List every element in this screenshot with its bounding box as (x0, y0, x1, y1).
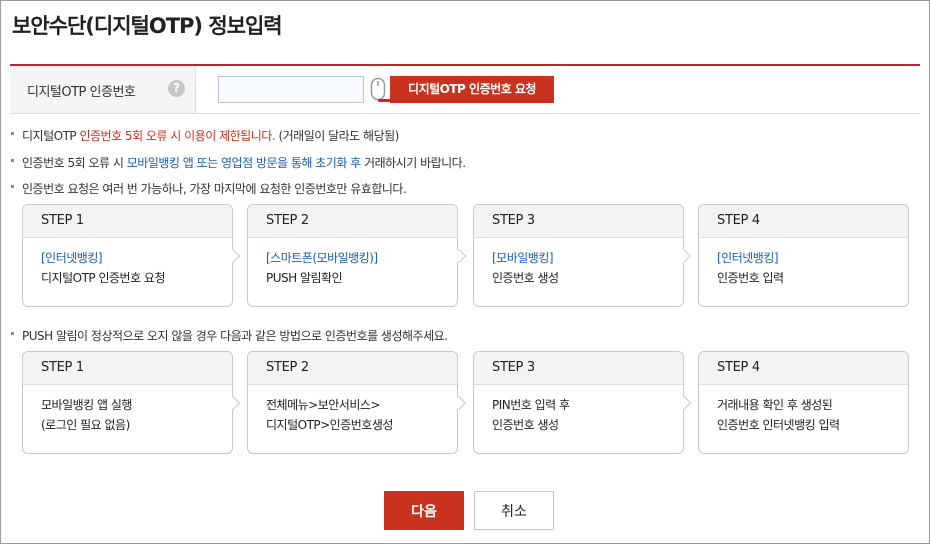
step-text: PIN번호 입력 후 (492, 398, 570, 412)
mouse-icon (370, 77, 386, 101)
step-label: STEP 1 (23, 352, 232, 385)
step-text: 인증번호 생성 (492, 271, 559, 285)
step-text: 전체메뉴>보안서비스> (266, 398, 380, 412)
step-tag: [스마트폰(모바일뱅킹)] (266, 251, 378, 265)
step-text: 인증번호 생성 (492, 418, 559, 432)
step-label: STEP 4 (699, 205, 908, 238)
otp-label: 디지털OTP 인증번호 (27, 85, 136, 100)
step-label: STEP 3 (474, 205, 683, 238)
step-text: 모바일뱅킹 앱 실행 (41, 398, 132, 412)
step-label: STEP 3 (474, 352, 683, 385)
step-tag: [인터넷뱅킹] (717, 251, 779, 265)
step-card-2-3: STEP 3 PIN번호 입력 후인증번호 생성 (473, 351, 684, 454)
step-label: STEP 2 (248, 205, 457, 238)
otp-form-row: 디지털OTP 인증번호 ? 디지털OTP 인증번호 요청 (10, 66, 920, 114)
note-3: 인증번호 요청은 여러 번 가능하나, 가장 마지막에 요청한 인증번호만 유효… (11, 180, 407, 197)
step-tag: [인터넷뱅킹] (41, 251, 103, 265)
question-circle-icon[interactable]: ? (168, 80, 185, 97)
note-1: 디지털OTP 인증번호 5회 오류 시 이용이 제한됩니다. (거래일이 달라도… (11, 127, 399, 144)
step-tag: [모바일뱅킹] (492, 251, 554, 265)
step-card-2-4: STEP 4 거래내용 확인 후 생성된인증번호 인터넷뱅킹 입력 (698, 351, 909, 454)
step-text: 인증번호 인터넷뱅킹 입력 (717, 418, 840, 432)
step-text: (로그인 필요 없음) (41, 418, 130, 432)
step-text: 디지털OTP>인증번호생성 (266, 418, 393, 432)
step-text: 거래내용 확인 후 생성된 (717, 398, 833, 412)
step-label: STEP 1 (23, 205, 232, 238)
step-card-1-3: STEP 3 [모바일뱅킹] 인증번호 생성 (473, 204, 684, 307)
step-card-1-1: STEP 1 [인터넷뱅킹] 디지털OTP 인증번호 요청 (22, 204, 233, 307)
step-card-1-4: STEP 4 [인터넷뱅킹] 인증번호 입력 (698, 204, 909, 307)
otp-input[interactable] (218, 76, 364, 103)
page-title: 보안수단(디지털OTP) 정보입력 (12, 14, 283, 38)
request-button-highlight (378, 99, 546, 102)
step-label: STEP 2 (248, 352, 457, 385)
step-card-2-2: STEP 2 전체메뉴>보안서비스> 디지털OTP>인증번호생성 (247, 351, 458, 454)
next-button[interactable]: 다음 (384, 491, 464, 530)
step-text: PUSH 알림확인 (266, 271, 343, 285)
step-text: 인증번호 입력 (717, 271, 784, 285)
step-label: STEP 4 (699, 352, 908, 385)
step-card-2-1: STEP 1 모바일뱅킹 앱 실행 (로그인 필요 없음) (22, 351, 233, 454)
otp-label-cell: 디지털OTP 인증번호 ? (10, 66, 196, 113)
step-text: 디지털OTP 인증번호 요청 (41, 271, 166, 285)
note-4: PUSH 알림이 정상적으로 오지 않을 경우 다음과 같은 방법으로 인증번호… (11, 327, 448, 344)
note-2: 인증번호 5회 오류 시 모바일뱅킹 앱 또는 영업점 방문을 통해 초기화 후… (11, 154, 466, 171)
cancel-button[interactable]: 취소 (474, 491, 554, 530)
step-card-1-2: STEP 2 [스마트폰(모바일뱅킹)] PUSH 알림확인 (247, 204, 458, 307)
